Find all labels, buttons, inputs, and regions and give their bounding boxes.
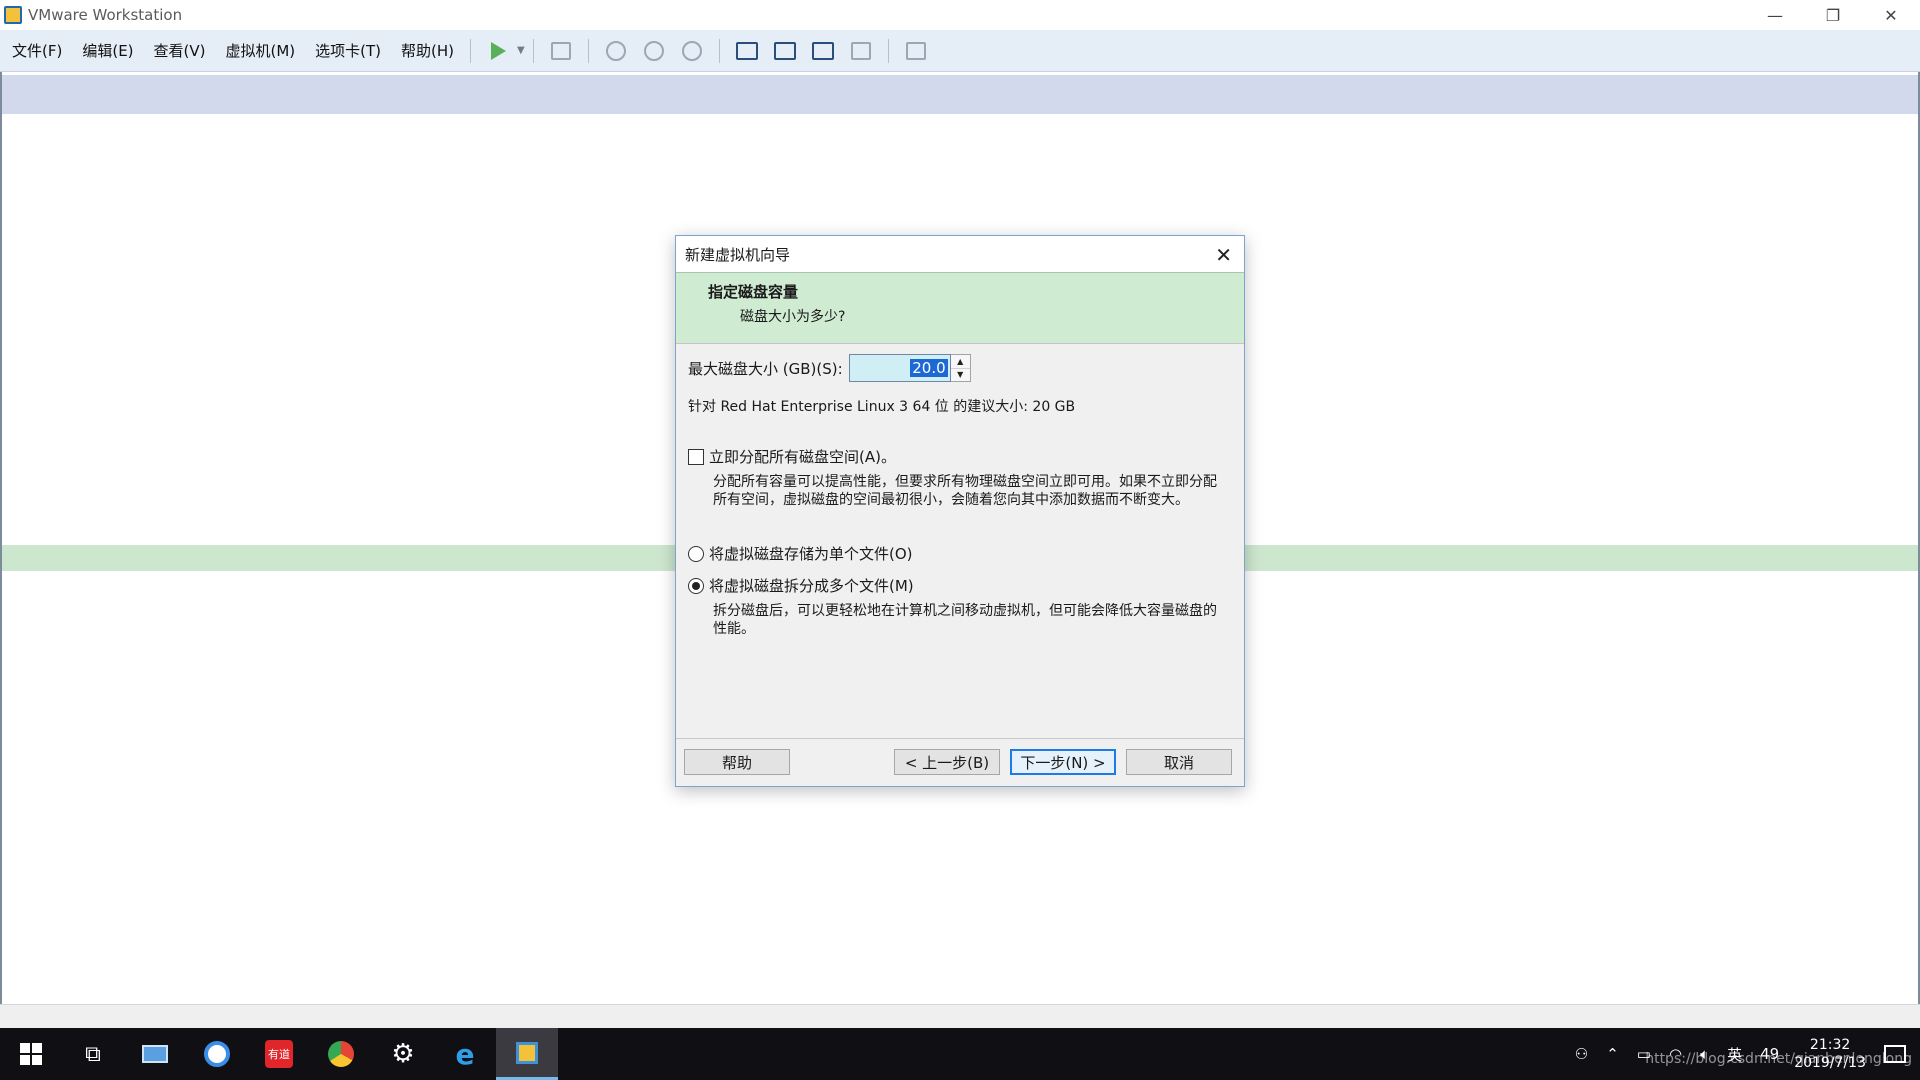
multi-file-option[interactable]: 将虚拟磁盘拆分成多个文件(M) <box>688 575 1234 596</box>
dialog-body: 最大磁盘大小 (GB)(S): 20.0 ▲ ▼ 针对 Red Hat Ente… <box>688 354 1234 638</box>
allocate-now-label[interactable]: 立即分配所有磁盘空间(A)。 <box>709 446 896 467</box>
disk-size-stepper[interactable]: 20.0 ▲ ▼ <box>848 354 971 382</box>
send-keys-button[interactable] <box>547 37 575 65</box>
unity-icon <box>850 41 871 60</box>
toolbar-separator <box>587 38 589 63</box>
taskbar-youdao[interactable]: 有道 <box>248 1028 310 1080</box>
toolbar-separator <box>532 38 534 63</box>
show-library-button[interactable] <box>733 37 761 65</box>
computer-icon <box>142 1045 168 1063</box>
vmware-icon <box>4 6 22 24</box>
thumbnail-bar-button[interactable] <box>771 37 799 65</box>
allocate-description: 分配所有容量可以提高性能，但要求所有物理磁盘空间立即可用。如果不立即分配所有空间… <box>713 474 1217 508</box>
step-title: 指定磁盘容量 <box>708 283 799 301</box>
library-icon <box>735 41 758 60</box>
taskbar: ⧉ 有道 ⚙ e ⚇ ⌃ ▭ ◠ 🔈︎ 英 49 21:32 2019/7/13 <box>0 1028 1920 1080</box>
menu-help[interactable]: 帮助(H) <box>393 40 462 61</box>
single-file-option[interactable]: 将虚拟磁盘存储为单个文件(O) <box>688 543 1234 564</box>
thumbnail-icon <box>773 41 796 60</box>
restore-button[interactable]: ❐ <box>1804 0 1862 30</box>
minimize-button[interactable]: — <box>1746 0 1804 30</box>
multi-file-label[interactable]: 将虚拟磁盘拆分成多个文件(M) <box>709 575 914 596</box>
recommended-size-text: 针对 Red Hat Enterprise Linux 3 64 位 的建议大小… <box>688 399 1076 415</box>
chevron-down-icon[interactable]: ▼ <box>517 45 525 56</box>
start-button[interactable] <box>0 1028 62 1080</box>
fullscreen-icon <box>811 41 834 60</box>
unity-button[interactable] <box>847 37 875 65</box>
multi-file-radio[interactable] <box>688 577 704 594</box>
status-bar <box>0 1004 1920 1028</box>
taskbar-chrome[interactable] <box>310 1028 372 1080</box>
disk-size-label: 最大磁盘大小 (GB)(S): <box>688 359 843 378</box>
ie-icon: e <box>455 1037 475 1071</box>
play-icon <box>490 41 506 60</box>
toolbar-separator <box>887 38 889 63</box>
close-icon[interactable]: ✕ <box>1215 243 1232 267</box>
taskbar-browser[interactable] <box>186 1028 248 1080</box>
next-button[interactable]: 下一步(N) > <box>1010 749 1116 775</box>
power-on-button[interactable] <box>484 37 512 65</box>
workspace-banner <box>2 75 1918 114</box>
taskbar-computer[interactable] <box>124 1028 186 1080</box>
chevron-up-icon[interactable]: ⌃ <box>1606 1045 1619 1063</box>
chrome-icon <box>328 1041 354 1067</box>
dialog-header: 指定磁盘容量 磁盘大小为多少? <box>676 272 1244 344</box>
title-bar: VMware Workstation — ❐ ✕ <box>0 0 1920 30</box>
task-view-button[interactable]: ⧉ <box>62 1028 124 1080</box>
dialog-footer: 帮助 < 上一步(B) 下一步(N) > 取消 <box>676 738 1244 786</box>
allocate-now-option[interactable]: 立即分配所有磁盘空间(A)。 <box>688 446 1234 467</box>
revert-snapshot-button[interactable] <box>640 37 668 65</box>
youdao-icon: 有道 <box>265 1040 293 1068</box>
single-file-label[interactable]: 将虚拟磁盘存储为单个文件(O) <box>709 543 913 564</box>
console-icon <box>905 41 926 60</box>
allocate-now-checkbox[interactable] <box>688 448 704 465</box>
menu-vm[interactable]: 虚拟机(M) <box>218 40 304 61</box>
people-icon[interactable]: ⚇ <box>1575 1045 1588 1063</box>
window-title: VMware Workstation <box>28 6 183 24</box>
taskbar-ie[interactable]: e <box>434 1028 496 1080</box>
disk-size-row: 最大磁盘大小 (GB)(S): 20.0 ▲ ▼ <box>688 354 1234 382</box>
windows-icon <box>20 1043 42 1065</box>
dialog-title: 新建虚拟机向导 <box>685 245 791 264</box>
taskbar-vmware[interactable] <box>496 1028 558 1080</box>
new-vm-wizard-dialog: 新建虚拟机向导 ✕ 指定磁盘容量 磁盘大小为多少? 最大磁盘大小 (GB)(S)… <box>675 235 1245 787</box>
help-button[interactable]: 帮助 <box>684 749 790 775</box>
browser-icon <box>204 1041 230 1067</box>
taskbar-settings[interactable]: ⚙ <box>372 1028 434 1080</box>
disk-size-value: 20.0 <box>910 359 948 377</box>
step-subtitle: 磁盘大小为多少? <box>740 309 846 325</box>
menu-edit[interactable]: 编辑(E) <box>74 40 141 61</box>
snapshot-manager-icon <box>681 40 702 61</box>
split-description: 拆分磁盘后，可以更轻松地在计算机之间移动虚拟机，但可能会降低大容量磁盘的性能。 <box>713 603 1217 637</box>
close-window-button[interactable]: ✕ <box>1862 0 1920 30</box>
single-file-radio[interactable] <box>688 545 704 562</box>
increment-icon[interactable]: ▲ <box>950 355 970 369</box>
snapshot-manager-button[interactable] <box>678 37 706 65</box>
menu-tabs[interactable]: 选项卡(T) <box>307 40 389 61</box>
dialog-title-bar: 新建虚拟机向导 <box>676 236 1244 272</box>
disk-size-input[interactable]: 20.0 <box>848 354 951 382</box>
radio-selected-dot <box>692 581 700 590</box>
snapshot-button[interactable] <box>602 37 630 65</box>
menu-view[interactable]: 查看(V) <box>146 40 214 61</box>
cancel-button[interactable]: 取消 <box>1126 749 1232 775</box>
vmware-icon <box>516 1041 538 1064</box>
back-button[interactable]: < 上一步(B) <box>894 749 1000 775</box>
toolbar-separator <box>718 38 720 63</box>
settings-icon: ⚙ <box>391 1039 415 1069</box>
toolbar-separator <box>470 38 472 63</box>
keyboard-icon <box>550 41 571 60</box>
decrement-icon[interactable]: ▼ <box>951 369 970 382</box>
fullscreen-button[interactable] <box>809 37 837 65</box>
watermark-text: https://blog.csdn.net/qianbenlonglong <box>1645 1051 1912 1067</box>
revert-icon <box>643 40 664 61</box>
menu-file[interactable]: 文件(F) <box>4 40 70 61</box>
stepper-buttons: ▲ ▼ <box>950 354 971 382</box>
menubar: 文件(F) 编辑(E) 查看(V) 虚拟机(M) 选项卡(T) 帮助(H) ▼ <box>0 30 1920 72</box>
task-view-icon: ⧉ <box>85 1041 101 1067</box>
snapshot-icon <box>605 40 626 61</box>
console-view-button[interactable] <box>902 37 930 65</box>
